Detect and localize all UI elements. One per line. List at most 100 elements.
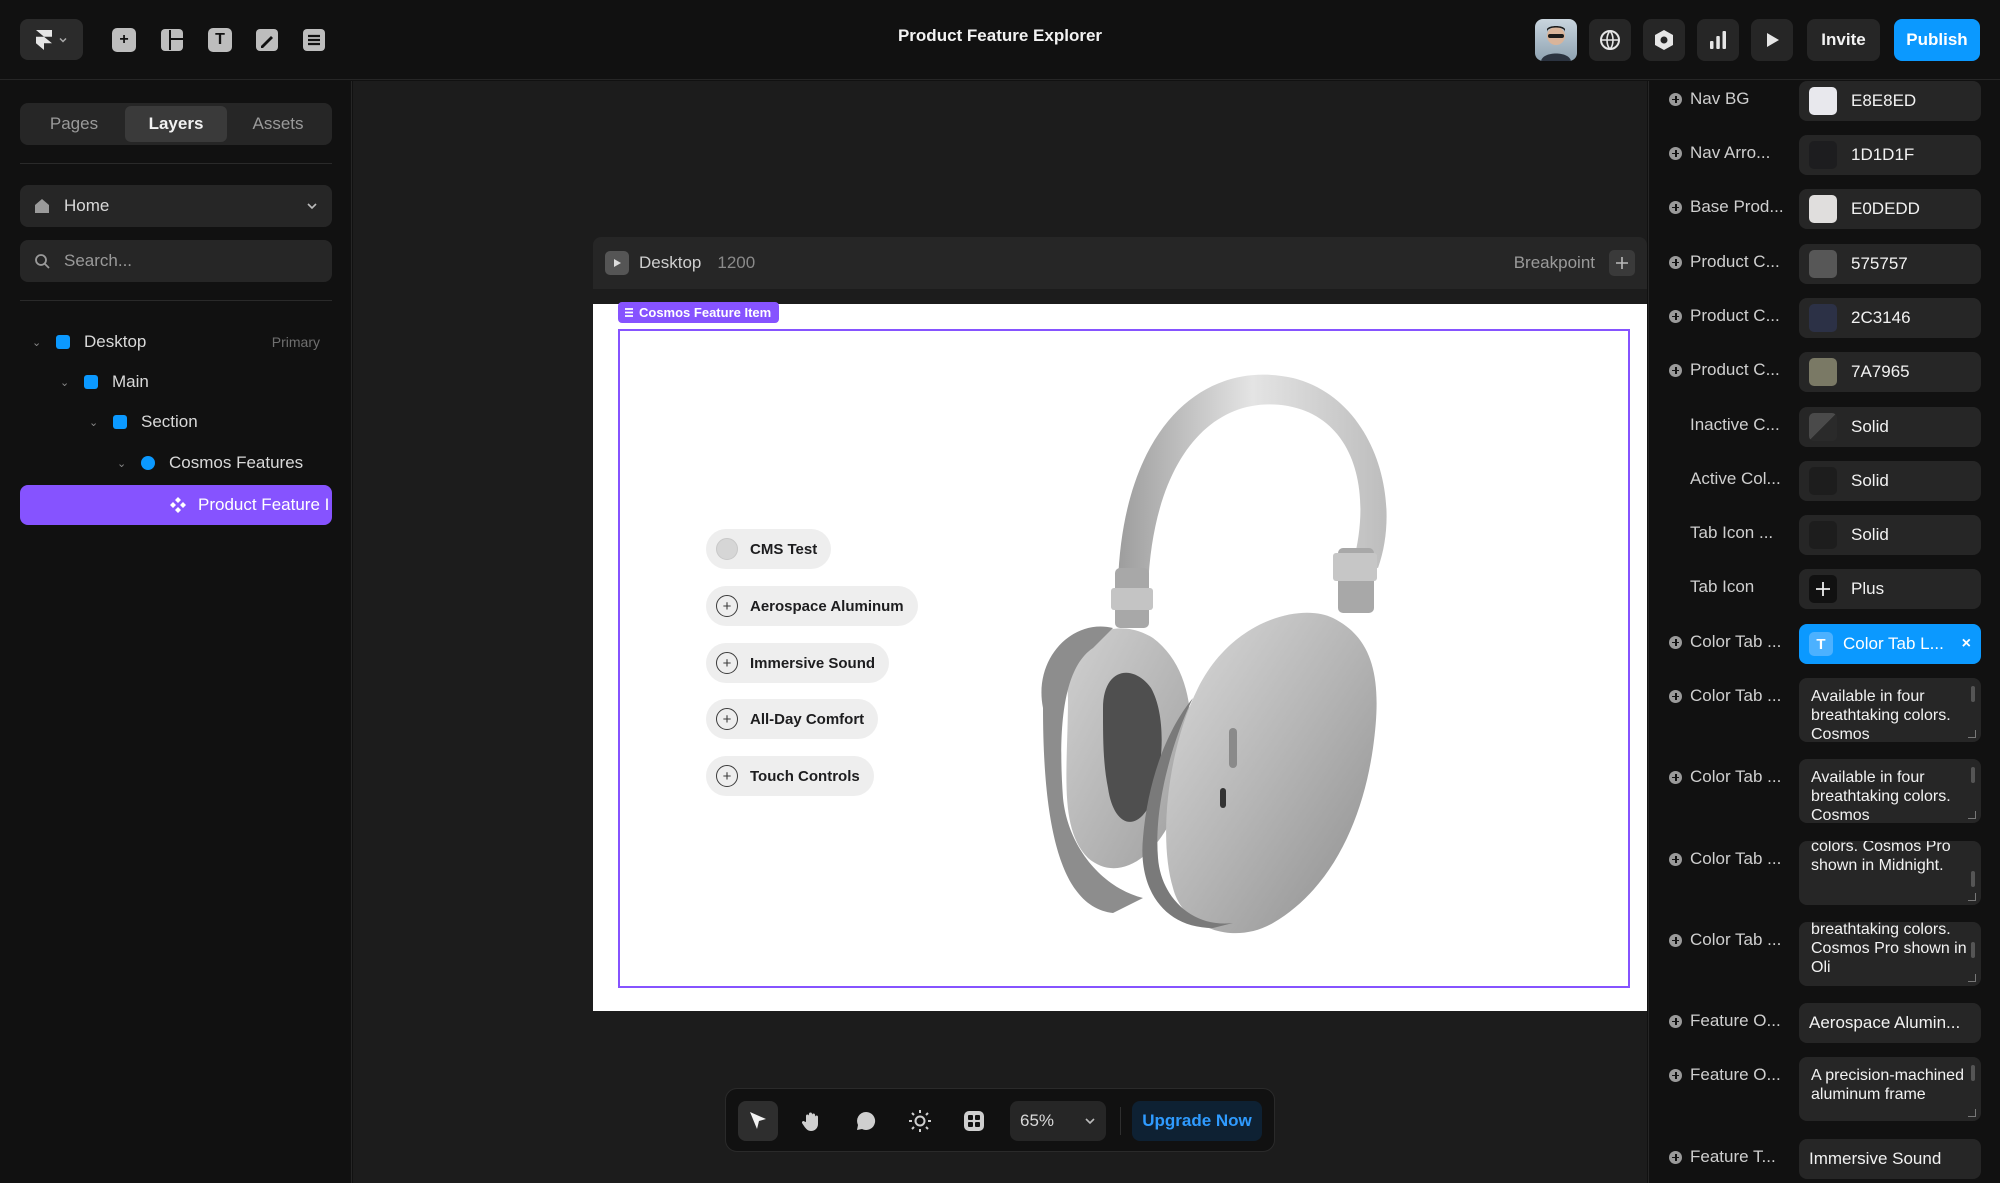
add-variable-icon[interactable]	[1669, 933, 1682, 947]
color-swatch[interactable]	[1809, 87, 1837, 115]
page-select[interactable]: Home	[20, 185, 332, 227]
color-swatch[interactable]	[1809, 358, 1837, 386]
color-field[interactable]: E8E8ED	[1799, 81, 1981, 121]
color-value: 7A7965	[1851, 362, 1910, 381]
color-swatch[interactable]	[1809, 141, 1837, 169]
fill-field[interactable]: Solid	[1799, 461, 1981, 501]
feature-pill[interactable]: + Immersive Sound	[706, 643, 890, 683]
text-area-field[interactable]: A precision-machined aluminum frame	[1799, 1057, 1981, 1121]
insert-tool[interactable]: +	[110, 26, 138, 54]
hand-tool-button[interactable]	[792, 1101, 832, 1141]
add-breakpoint-button[interactable]	[1609, 250, 1635, 276]
add-variable-icon[interactable]	[1669, 635, 1682, 649]
add-variable-icon[interactable]	[1669, 255, 1682, 269]
add-variable-icon[interactable]	[1669, 146, 1682, 160]
add-variable-icon[interactable]	[1669, 309, 1682, 323]
scrollbar[interactable]	[1971, 1065, 1975, 1081]
analytics-button[interactable]	[1697, 19, 1739, 61]
vector-tool[interactable]	[253, 26, 281, 54]
upgrade-button[interactable]: Upgrade Now	[1132, 1101, 1262, 1141]
fill-field[interactable]: Solid	[1799, 515, 1981, 555]
frame-header[interactable]: Desktop 1200 Breakpoint	[593, 237, 1647, 289]
avatar-image	[1541, 26, 1571, 61]
layers-search-input[interactable]: Search...	[20, 240, 332, 282]
comment-tool-button[interactable]	[846, 1101, 886, 1141]
user-avatar[interactable]	[1535, 19, 1577, 61]
color-field[interactable]: 2C3146	[1799, 298, 1981, 338]
layout-tool[interactable]	[158, 26, 186, 54]
linked-variable-field[interactable]: T Color Tab L... ×	[1799, 624, 1981, 664]
color-field[interactable]: E0DEDD	[1799, 189, 1981, 229]
grid-tool-button[interactable]	[954, 1101, 994, 1141]
add-variable-icon[interactable]	[1669, 1014, 1682, 1028]
divider	[20, 300, 332, 301]
fill-field[interactable]: Solid	[1799, 407, 1981, 447]
layer-main[interactable]: ⌄ Main	[20, 362, 332, 402]
zoom-value: 65%	[1020, 1111, 1055, 1130]
icon-field[interactable]: Plus	[1799, 569, 1981, 609]
layer-section[interactable]: ⌄ Section	[20, 402, 332, 442]
color-swatch[interactable]	[1809, 521, 1837, 549]
add-variable-icon[interactable]	[1669, 689, 1682, 703]
resize-handle-icon[interactable]	[1968, 1109, 1976, 1117]
invite-button[interactable]: Invite	[1807, 19, 1880, 61]
text-area-field[interactable]: colors. Cosmos Pro shown in Midnight.	[1799, 841, 1981, 905]
text-field[interactable]: Aerospace Alumin...	[1799, 1003, 1981, 1043]
layer-desktop[interactable]: ⌄ Desktop Primary	[20, 322, 332, 362]
text-tool[interactable]: T	[206, 26, 234, 54]
publish-button[interactable]: Publish	[1894, 19, 1980, 61]
add-variable-icon[interactable]	[1669, 1150, 1682, 1164]
resize-handle-icon[interactable]	[1968, 730, 1976, 738]
text-area-field[interactable]: Available in four breathtaking colors. C…	[1799, 759, 1981, 823]
settings-button[interactable]	[1643, 19, 1685, 61]
text-value: Immersive Sound	[1809, 1149, 1942, 1168]
feature-pill[interactable]: CMS Test	[706, 529, 832, 569]
color-field[interactable]: 7A7965	[1799, 352, 1981, 392]
feature-pill[interactable]: + Aerospace Aluminum	[706, 586, 918, 626]
search-placeholder: Search...	[64, 251, 133, 270]
add-variable-icon[interactable]	[1669, 92, 1682, 106]
tab-layers[interactable]: Layers	[125, 106, 227, 142]
tab-pages[interactable]: Pages	[23, 106, 125, 142]
resize-handle-icon[interactable]	[1968, 974, 1976, 982]
feature-pill[interactable]: + All-Day Comfort	[706, 699, 879, 739]
resize-handle-icon[interactable]	[1968, 811, 1976, 819]
add-variable-icon[interactable]	[1669, 200, 1682, 214]
color-swatch[interactable]	[1809, 467, 1837, 495]
layer-cosmos-features[interactable]: ⌄ Cosmos Features	[20, 443, 332, 483]
scrollbar[interactable]	[1971, 686, 1975, 702]
feature-label: CMS Test	[750, 540, 818, 558]
color-field[interactable]: 1D1D1F	[1799, 135, 1981, 175]
preview-button[interactable]	[1751, 19, 1793, 61]
text-icon: T	[208, 28, 232, 52]
close-icon[interactable]: ×	[1962, 635, 1971, 653]
preview-frame-button[interactable]	[605, 251, 629, 275]
select-tool-button[interactable]	[738, 1101, 778, 1141]
add-variable-icon[interactable]	[1669, 852, 1682, 866]
color-value: E0DEDD	[1851, 199, 1920, 218]
scrollbar[interactable]	[1971, 871, 1975, 887]
cms-tool[interactable]	[300, 26, 328, 54]
color-swatch[interactable]	[1809, 304, 1837, 332]
globe-button[interactable]	[1589, 19, 1631, 61]
selection-tag[interactable]: Cosmos Feature Item	[618, 302, 780, 323]
layer-product-feature[interactable]: Product Feature I	[20, 485, 332, 525]
main-menu-button[interactable]	[20, 19, 83, 60]
scrollbar[interactable]	[1971, 767, 1975, 783]
scrollbar[interactable]	[1971, 942, 1975, 958]
add-variable-icon[interactable]	[1669, 363, 1682, 377]
text-area-field[interactable]: breathtaking colors. Cosmos Pro shown in…	[1799, 922, 1981, 986]
color-field[interactable]: 575757	[1799, 244, 1981, 284]
add-variable-icon[interactable]	[1669, 1068, 1682, 1082]
color-swatch[interactable]	[1809, 195, 1837, 223]
text-field[interactable]: Immersive Sound	[1799, 1139, 1981, 1179]
zoom-select[interactable]: 65%	[1010, 1101, 1106, 1141]
tab-assets[interactable]: Assets	[227, 106, 329, 142]
color-swatch[interactable]	[1809, 413, 1837, 441]
add-variable-icon[interactable]	[1669, 770, 1682, 784]
text-area-field[interactable]: Available in four breathtaking colors. C…	[1799, 678, 1981, 742]
feature-pill[interactable]: + Touch Controls	[706, 756, 874, 796]
color-swatch[interactable]	[1809, 250, 1837, 278]
theme-toggle-button[interactable]	[900, 1101, 940, 1141]
resize-handle-icon[interactable]	[1968, 893, 1976, 901]
